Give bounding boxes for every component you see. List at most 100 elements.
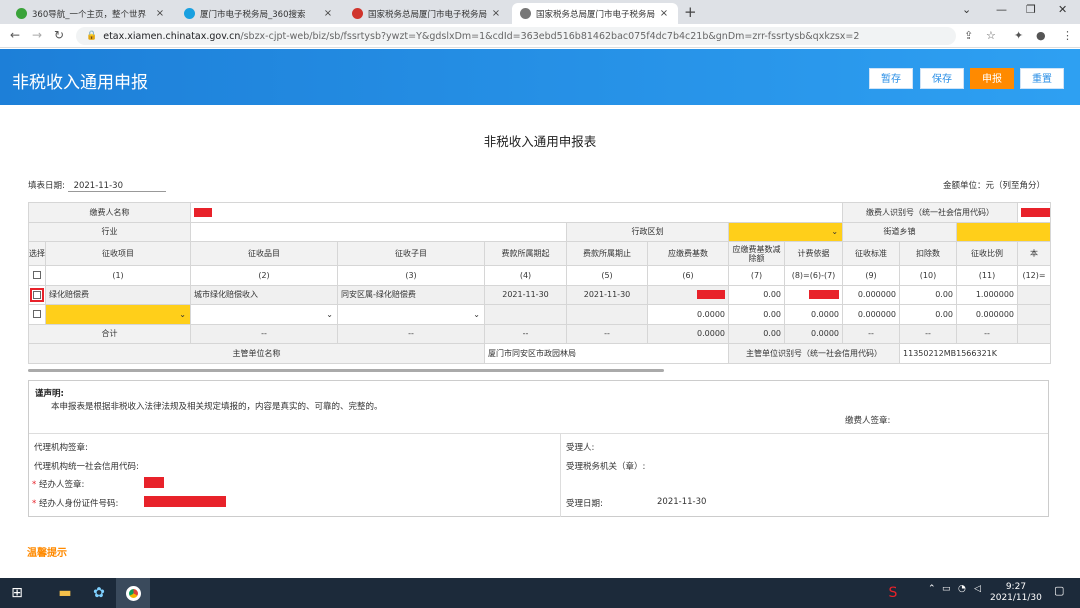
chrome-icon[interactable]	[116, 578, 150, 608]
payer-name-value	[189, 202, 844, 223]
col-header-period-end: 费款所属期止	[566, 241, 648, 266]
url-path: /sbzx-cjpt-web/biz/sb/fssrtysb?ywzt=Y&gd…	[240, 30, 860, 42]
app-header: 非税收入通用申报 暂存 保存 申报 重置	[0, 49, 1080, 105]
receive-date-label: 受理日期:	[566, 499, 603, 509]
forward-arrow-icon[interactable]: →	[32, 28, 42, 42]
wifi-icon[interactable]: ◔	[958, 584, 966, 594]
col-number: (5)	[566, 265, 648, 286]
save-button[interactable]: 保存	[920, 68, 964, 89]
notification-icon[interactable]: ▢	[1054, 584, 1064, 597]
close-tab-icon[interactable]: ×	[658, 8, 670, 19]
bookmark-star-icon[interactable]: ☆	[986, 29, 996, 42]
authority-name-label: 主管单位名称	[28, 343, 485, 364]
col-number: (3)	[337, 265, 485, 286]
declaration-table: 缴费人名称 缴费人识别号（统一社会信用代码） 行业 行政区划 ⌄ 街道乡镇 选择…	[28, 202, 1052, 364]
col-number: (12)=	[1017, 265, 1052, 286]
period-start-cell[interactable]	[484, 304, 567, 325]
address-bar-row: ← → ↻ 🔒 etax.xiamen.chinatax.gov.cn/sbzx…	[0, 24, 1080, 48]
browser-tab-4-active[interactable]: 国家税务总局厦门市电子税务局 ×	[512, 3, 678, 24]
browser-tab-3[interactable]: 国家税务总局厦门市电子税务局 ×	[344, 3, 510, 24]
app-icon[interactable]: ✿	[82, 578, 116, 608]
payer-id-value	[1017, 202, 1052, 223]
row-checkbox-cell[interactable]	[28, 304, 46, 325]
clock[interactable]: 9:27 2021/11/30	[990, 582, 1042, 604]
redacted-mark	[194, 207, 212, 217]
industry-value[interactable]	[190, 221, 567, 242]
submit-declaration-button[interactable]: 申报	[970, 68, 1014, 89]
checkbox[interactable]	[30, 287, 44, 302]
col-number: (11)	[956, 265, 1019, 286]
street-select[interactable]	[956, 221, 1052, 242]
tray-chevron-icon[interactable]: ⌃	[928, 584, 936, 594]
total-row: 合计 -- -- -- -- 0.0000 0.00 0.0000 -- -- …	[28, 323, 1052, 344]
close-tab-icon[interactable]: ×	[154, 8, 166, 19]
volume-icon[interactable]: ◁	[974, 584, 981, 594]
reset-button[interactable]: 重置	[1020, 68, 1064, 89]
handler-id-label: * 经办人身份证件号码:	[32, 497, 118, 509]
ratio-cell: 1.000000	[956, 284, 1019, 305]
base-deduction-cell[interactable]: 0.00	[728, 304, 785, 325]
new-tab-button[interactable]: +	[684, 3, 697, 21]
collection-subitem-select[interactable]: ⌄	[337, 304, 485, 325]
restore-icon[interactable]: ❐	[1026, 3, 1036, 16]
col-header-period-start: 费款所属期起	[484, 241, 567, 266]
discount-cell: 0.00	[899, 284, 958, 305]
redacted-mark	[144, 496, 226, 507]
checkbox[interactable]	[33, 271, 41, 280]
tab-title: 国家税务总局厦门市电子税务局	[536, 9, 656, 20]
col-header-subitem: 征收子目	[337, 241, 485, 266]
warm-tips-heading: 温馨提示	[27, 548, 67, 559]
base-cell[interactable]	[647, 284, 729, 305]
required-mark: *	[32, 499, 37, 509]
share-icon[interactable]: ⇪	[964, 29, 973, 42]
app-title: 非税收入通用申报	[12, 73, 148, 93]
draft-save-button[interactable]: 暂存	[869, 68, 913, 89]
extensions-puzzle-icon[interactable]: ✦	[1014, 29, 1023, 42]
time-text: 9:27	[1005, 582, 1027, 592]
browser-tab-2[interactable]: 厦门市电子税务局_360搜索 ×	[176, 3, 342, 24]
browser-tab-1[interactable]: 360导航_一个主页，整个世界 ×	[8, 3, 174, 24]
fill-date-value: 2021-11-30	[67, 181, 166, 192]
url-input[interactable]: 🔒 etax.xiamen.chinatax.gov.cn/sbzx-cjpt-…	[76, 27, 956, 45]
profile-avatar-icon[interactable]: ●	[1036, 29, 1046, 42]
horizontal-scrollbar[interactable]	[28, 369, 664, 372]
checkbox[interactable]	[33, 310, 41, 319]
col-header-discount: 扣除数	[899, 241, 958, 266]
col-number: (2)	[190, 265, 338, 286]
payer-signature-label: 缴费人签章:	[845, 416, 891, 426]
period-end-cell[interactable]	[566, 304, 648, 325]
dash-cell: --	[566, 323, 648, 344]
total-base-cell: 0.0000	[647, 323, 729, 344]
col-number: (6)	[647, 265, 729, 286]
table-row: 绿化赔偿费 城市绿化赔偿收入 同安区属-绿化赔偿费 2021-11-30 202…	[28, 284, 1052, 305]
windows-taskbar: ⊞ ▬ ✿ S ⌃ ▭ ◔ ◁ 9:27 2021/11/30 ▢	[0, 578, 1080, 608]
agency-signature-label: 代理机构签章:	[34, 443, 88, 453]
chevron-down-icon: ⌄	[473, 309, 480, 319]
close-tab-icon[interactable]: ×	[322, 8, 334, 19]
file-explorer-icon[interactable]: ▬	[48, 578, 82, 608]
windows-start-icon[interactable]: ⊞	[0, 578, 34, 608]
menu-dots-icon[interactable]: ⋮	[1062, 29, 1073, 42]
total-deduction-cell: 0.00	[728, 323, 785, 344]
col-header-current: 本	[1017, 241, 1052, 266]
fill-date-label: 填表日期:	[28, 181, 65, 191]
collection-category-select[interactable]: ⌄	[190, 304, 338, 325]
tab-search-chevron-icon[interactable]: ⌄	[962, 3, 971, 16]
back-arrow-icon[interactable]: ←	[10, 28, 20, 42]
handler-sign-text: 经办人签章:	[38, 480, 85, 490]
tray-app-icon[interactable]: S	[876, 578, 910, 608]
minimize-icon[interactable]: —	[996, 3, 1007, 16]
collection-item-cell: 绿化赔偿费	[45, 284, 191, 305]
close-tab-icon[interactable]: ×	[490, 8, 502, 19]
collection-item-select[interactable]: ⌄	[45, 304, 191, 325]
url-host: etax.xiamen.chinatax.gov.cn	[103, 30, 241, 42]
row-checkbox-cell[interactable]	[28, 284, 46, 305]
base-deduction-cell[interactable]: 0.00	[728, 284, 785, 305]
period-end-cell: 2021-11-30	[566, 284, 648, 305]
region-select[interactable]: ⌄	[727, 221, 844, 242]
total-basis-cell: 0.0000	[783, 323, 844, 344]
close-window-icon[interactable]: ✕	[1058, 3, 1067, 16]
reload-icon[interactable]: ↻	[54, 28, 64, 42]
select-all-checkbox-cell[interactable]	[28, 265, 46, 286]
base-cell[interactable]: 0.0000	[647, 304, 729, 325]
